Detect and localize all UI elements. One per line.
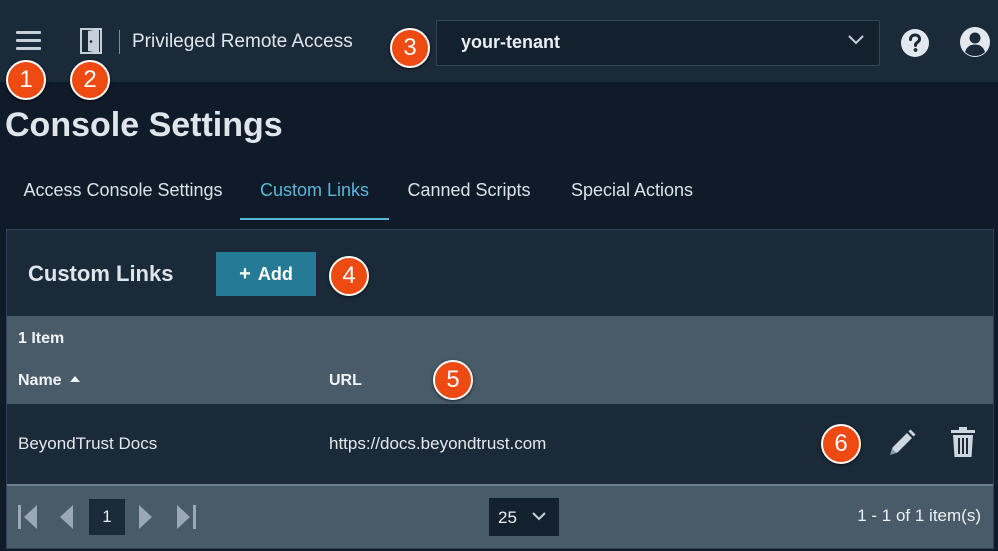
callout-marker-3: 3: [390, 28, 430, 68]
callout-marker-4: 4: [329, 256, 369, 296]
plus-icon: +: [239, 262, 251, 285]
callout-marker-1: 1: [6, 60, 46, 100]
add-button[interactable]: + Add: [216, 252, 316, 296]
tenant-select[interactable]: your-tenant: [436, 20, 880, 66]
callout-marker-6: 6: [821, 424, 861, 464]
settings-tabs: Access Console Settings Custom Links Can…: [6, 168, 996, 220]
tab-access-console-settings[interactable]: Access Console Settings: [6, 168, 240, 220]
panel-title: Custom Links: [28, 261, 174, 286]
tab-canned-scripts[interactable]: Canned Scripts: [389, 168, 549, 220]
tab-special-actions[interactable]: Special Actions: [549, 168, 715, 220]
trash-icon[interactable]: [949, 426, 977, 458]
column-header-name-label: Name: [18, 372, 62, 389]
item-count: 1 Item: [18, 330, 65, 347]
page-number-current[interactable]: 1: [89, 499, 125, 535]
pagination-bar: 1 25 1 - 1 of 1 item(s): [7, 484, 993, 548]
next-page-icon[interactable]: [135, 504, 157, 530]
hamburger-menu-icon[interactable]: [16, 31, 41, 51]
custom-links-panel: Custom Links + Add 1 Item Name URL Beyond…: [6, 229, 994, 549]
column-header-url[interactable]: URL: [329, 372, 362, 390]
page-size-value: 25: [498, 508, 517, 527]
user-avatar-icon[interactable]: [959, 26, 991, 58]
chevron-down-icon: [532, 512, 546, 521]
row-name-cell: BeyondTrust Docs: [18, 434, 158, 453]
header-divider: [119, 30, 120, 54]
tenant-select-value: your-tenant: [461, 32, 560, 52]
page-size-select[interactable]: 25: [489, 498, 559, 536]
row-url-cell: https://docs.beyondtrust.com: [329, 434, 547, 453]
top-bar: Privileged Remote Access your-tenant: [0, 0, 998, 82]
grid-header: 1 Item Name URL: [7, 316, 993, 404]
door-icon[interactable]: [80, 28, 102, 54]
callout-marker-5: 5: [433, 360, 473, 400]
help-icon[interactable]: [900, 28, 930, 58]
sort-ascending-icon: [69, 376, 80, 382]
first-page-icon[interactable]: [17, 504, 39, 530]
previous-page-icon[interactable]: [55, 504, 77, 530]
add-button-label: Add: [257, 263, 293, 284]
pagination-range: 1 - 1 of 1 item(s): [857, 506, 981, 525]
pencil-icon[interactable]: [887, 428, 917, 458]
chevron-down-icon: [848, 35, 864, 45]
page-title: Console Settings: [5, 106, 283, 144]
app-title: Privileged Remote Access: [132, 31, 353, 52]
last-page-icon[interactable]: [175, 504, 197, 530]
callout-marker-2: 2: [70, 60, 110, 100]
column-header-name[interactable]: Name: [18, 372, 80, 390]
tab-custom-links[interactable]: Custom Links: [240, 168, 389, 220]
